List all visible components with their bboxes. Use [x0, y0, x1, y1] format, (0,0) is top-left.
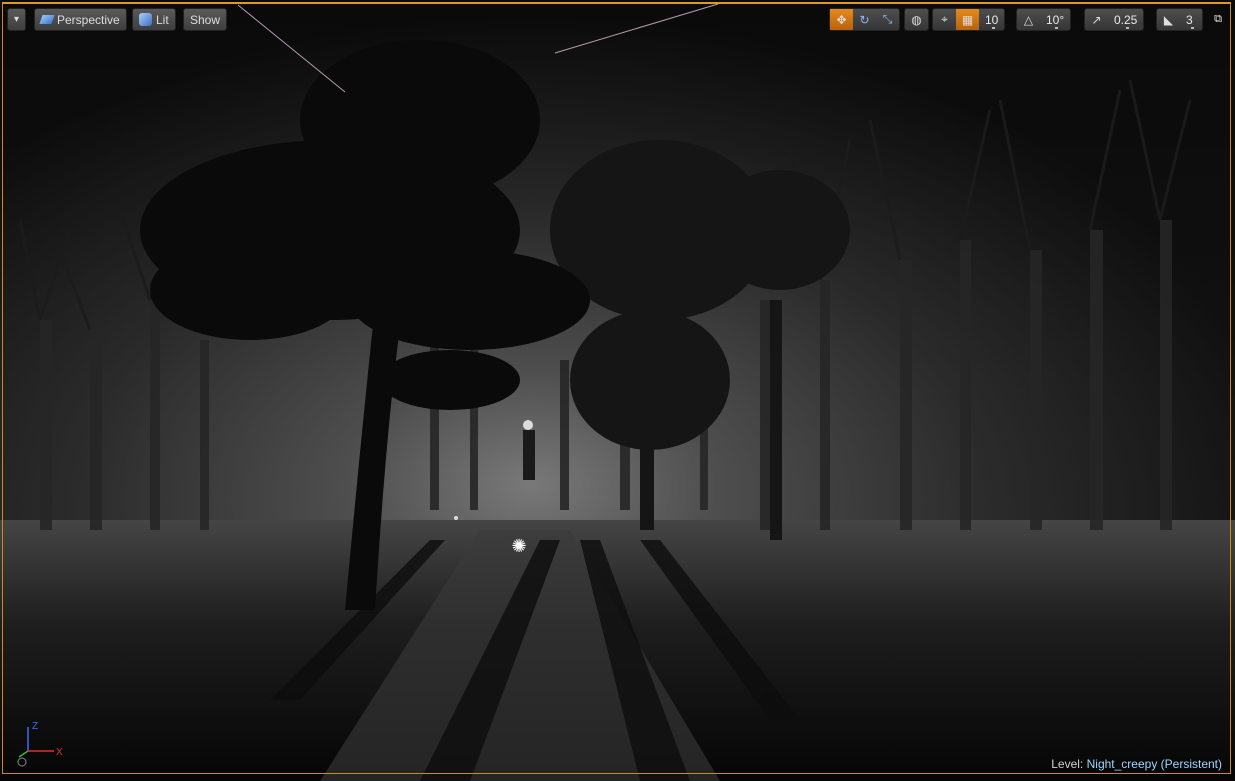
lit-sphere-icon: [139, 13, 152, 26]
grid-snap-toggle[interactable]: ▦: [956, 9, 979, 30]
axis-gizmo: Z X: [17, 721, 63, 767]
grid-snap-value-text: 10: [985, 12, 999, 27]
world-local-icon: ◍: [911, 12, 922, 27]
camera-speed-button[interactable]: ◣: [1157, 9, 1180, 30]
dropdown-arrow-icon: ▾: [13, 14, 20, 25]
surface-snap-icon: ⌖: [941, 12, 948, 26]
view-mode-label: Perspective: [57, 12, 120, 27]
forest-scene: [0, 0, 1235, 781]
rotation-snap-icon: △: [1023, 12, 1034, 27]
rotation-snap-value-text: 10°: [1046, 12, 1065, 27]
axis-z-label: Z: [32, 721, 38, 732]
scale-tool-button[interactable]: ⤡: [876, 9, 899, 30]
perspective-cube-icon: [39, 15, 55, 24]
camera-speed-value[interactable]: 3: [1180, 9, 1202, 30]
show-flags-label: Show: [190, 12, 221, 27]
world-local-toggle[interactable]: ◍: [905, 9, 928, 30]
rotate-icon: ↻: [859, 12, 870, 27]
translate-icon: ✥: [836, 12, 847, 27]
maximize-viewport-button[interactable]: ⧉: [1211, 12, 1225, 26]
lighting-mode-label: Lit: [156, 12, 169, 27]
rotate-tool-button[interactable]: ↻: [853, 9, 876, 30]
rotation-snap-value[interactable]: 10°: [1040, 9, 1070, 30]
level-indicator: Level: Night_creepy (Persistent): [1051, 757, 1222, 771]
show-flags-button[interactable]: Show: [183, 8, 228, 31]
camera-speed-group: ◣ 3: [1156, 8, 1203, 31]
grid-snap-value[interactable]: 10: [979, 9, 1004, 30]
level-viewport[interactable]: ✺ ▾ Perspective Lit Show ✥ ↻ ⤡ ◍ ⌖ ▦ 10 …: [0, 0, 1235, 781]
grid-snap-icon: ▦: [961, 12, 974, 27]
translate-tool-button[interactable]: ✥: [830, 9, 853, 30]
rotation-snap-group: △ 10°: [1016, 8, 1072, 31]
viewport-options-button[interactable]: ▾: [7, 8, 26, 31]
rotation-snap-toggle[interactable]: △: [1017, 9, 1040, 30]
lighting-mode-button[interactable]: Lit: [132, 8, 176, 31]
transform-tools-group: ✥ ↻ ⤡: [829, 8, 900, 31]
camera-speed-icon: ◣: [1163, 12, 1174, 27]
scale-snap-toggle[interactable]: ↗: [1085, 9, 1108, 30]
scale-snap-icon: ↗: [1091, 12, 1102, 27]
scale-snap-value-text: 0.25: [1114, 12, 1138, 27]
scale-snap-value[interactable]: 0.25: [1108, 9, 1143, 30]
level-label: Level:: [1051, 757, 1084, 771]
camera-speed-value-text: 3: [1186, 12, 1193, 27]
grid-snap-group: ⌖ ▦ 10: [932, 8, 1006, 31]
scale-icon: ⤡: [882, 12, 893, 26]
view-mode-button[interactable]: Perspective: [34, 8, 127, 31]
axis-x-label: X: [56, 747, 63, 758]
directional-light-icon[interactable]: ✺: [509, 536, 529, 556]
maximize-icon: ⧉: [1214, 13, 1222, 25]
scale-snap-group: ↗ 0.25: [1084, 8, 1145, 31]
level-name: Night_creepy (Persistent): [1086, 757, 1222, 771]
surface-snap-button[interactable]: ⌖: [933, 9, 956, 30]
coordinate-space-group: ◍: [904, 8, 929, 31]
